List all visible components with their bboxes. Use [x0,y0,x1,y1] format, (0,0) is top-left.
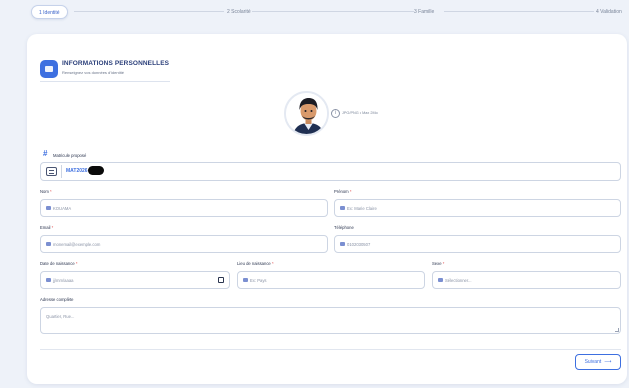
info-icon: i [331,109,340,118]
section-subtitle: Renseignez vos données d'identité [62,70,124,75]
gender-icon [438,278,443,282]
matricule-label: Matricule proposé [53,153,87,158]
adresse-placeholder: Quartier, Rue... [46,314,75,319]
stepper-connector [444,11,594,12]
calendar-icon [46,278,51,282]
location-icon [243,278,248,282]
section-title: INFORMATIONS PERSONNELLES [62,60,170,67]
prenom-label: Prénom * [334,189,352,194]
identity-form-card: INFORMATIONS PERSONNELLES Renseignez vos… [27,34,627,384]
user-icon [340,206,345,210]
redaction-mark [88,166,104,175]
section-divider [40,81,170,82]
date-picker-icon[interactable] [218,277,224,283]
matricule-separator [61,165,62,178]
profile-photo-upload[interactable] [284,91,329,136]
next-button[interactable]: Suivant ⟶ [575,354,621,370]
mail-icon [46,242,51,246]
step-identite[interactable]: 1 Identité [31,5,68,19]
section-header: INFORMATIONS PERSONNELLES Renseignez vos… [40,58,170,84]
telephone-label: Téléphone [334,225,354,230]
step-scolarite[interactable]: 2 Scolarité [227,5,251,19]
sexe-label: Sexe * [432,261,445,266]
progress-stepper: 1 Identité 2 Scolarité 3 Famille 4 Valid… [26,3,629,21]
step-validation[interactable]: 4 Validation [596,5,622,19]
stepper-connector [74,11,224,12]
date-placeholder: jj/mm/aaaa [53,277,74,283]
arrow-right-icon: ⟶ [604,359,612,365]
telephone-input[interactable]: 0102030507 [334,235,621,253]
matricule-field: MAT2026 [40,162,621,181]
photo-hint-text: JPG/PNG • Max 2Mo [342,111,378,115]
lieu-naissance-label: Lieu de naissance * [237,261,274,266]
next-button-label: Suivant [584,359,602,365]
nom-input[interactable]: KOUAMA [40,199,328,217]
avatar-icon [286,93,327,134]
matricule-value: MAT2026 [66,168,88,174]
adresse-textarea[interactable]: Quartier, Rue... [40,307,621,334]
prenom-input[interactable]: Ex: Marie Claire [334,199,621,217]
nom-value: KOUAMA [53,205,72,211]
resize-handle[interactable] [615,328,619,332]
user-icon [46,206,51,210]
email-placeholder: monemail@exemple.com [53,241,101,247]
id-card-icon [40,60,58,78]
id-badge-icon [46,167,57,176]
email-label: Email * [40,225,54,230]
email-input[interactable]: monemail@exemple.com [40,235,328,253]
telephone-placeholder: 0102030507 [347,241,371,247]
footer-divider [40,349,621,350]
lieu-placeholder: Ex: Pays [250,277,267,283]
lieu-naissance-input[interactable]: Ex: Pays [237,271,425,289]
sexe-selected: Sélectionner... [445,277,472,283]
date-naissance-label: Date de naissance * [40,261,78,266]
phone-icon [340,242,345,246]
step-famille[interactable]: 3 Famille [414,5,434,19]
adresse-label: Adresse complète [40,297,74,302]
date-naissance-input[interactable]: jj/mm/aaaa [40,271,230,289]
stepper-connector [252,11,414,12]
nom-label: Nom * [40,189,52,194]
hash-icon: # [43,149,48,158]
prenom-placeholder: Ex: Marie Claire [347,205,377,211]
sexe-select[interactable]: Sélectionner... [432,271,621,289]
